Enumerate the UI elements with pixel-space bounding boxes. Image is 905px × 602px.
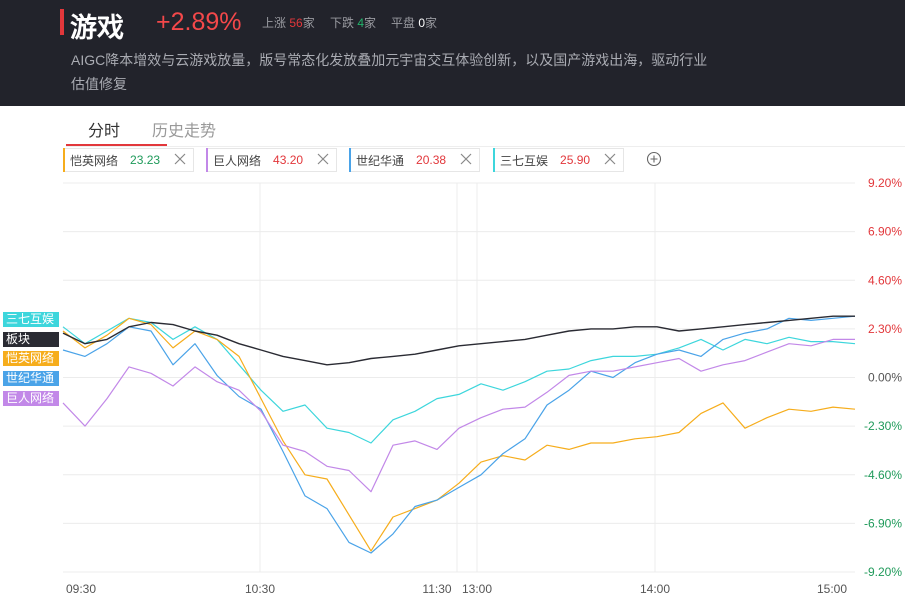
y-tick-label: 0.00%: [868, 371, 902, 385]
y-tick-label: 4.60%: [868, 273, 902, 287]
x-tick-label: 09:30: [66, 582, 96, 596]
badge-sanqi: 三七互娱: [3, 312, 59, 327]
x-tick-label: 13:00: [462, 582, 492, 596]
y-tick-label: -2.30%: [864, 419, 902, 433]
series-line-4: [62, 317, 856, 444]
x-tick-label: 11:30: [422, 582, 451, 596]
series-line-2: [62, 338, 855, 493]
y-tick-label: 9.20%: [868, 176, 902, 190]
y-tick-label: -4.60%: [864, 468, 902, 482]
intraday-chart[interactable]: 9.20% 6.90% 4.60% 2.30% 0.00% -2.30% -4.60% -6.…: [0, 0, 905, 602]
badge-kaiying: 恺英网络: [3, 351, 59, 366]
y-tick-label: -6.90%: [864, 516, 902, 530]
y-tick-label: 6.90%: [868, 225, 902, 239]
badge-sector: 板块: [3, 332, 59, 347]
x-tick-label: 15:00: [817, 582, 847, 596]
y-tick-label: 2.30%: [868, 322, 902, 336]
x-tick-label: 10:30: [245, 582, 275, 596]
badge-shijihuatong: 世纪华通: [3, 371, 59, 386]
badge-juren: 巨人网络: [3, 391, 59, 406]
y-tick-label: -9.20%: [864, 565, 902, 579]
series-line-1: [62, 317, 856, 552]
series-line-3: [62, 315, 856, 554]
x-tick-label: 14:00: [640, 582, 670, 596]
